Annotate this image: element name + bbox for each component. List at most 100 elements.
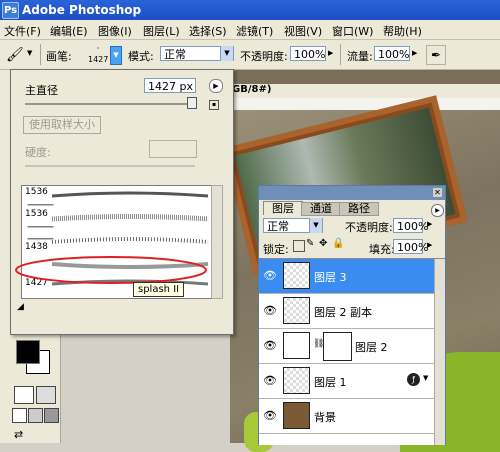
layer-thumbnail [283, 402, 310, 429]
chevron-down-icon: ▼ [220, 46, 233, 61]
menu-layer[interactable]: 图层(L) [143, 23, 180, 39]
eye-icon[interactable]: 👁 [263, 339, 277, 353]
layer-effects-icon[interactable]: ƒ [407, 373, 420, 386]
diameter-field[interactable]: 1427 px [144, 78, 196, 93]
lock-label: 锁定: [263, 243, 289, 256]
layer-thumbnail [283, 367, 310, 394]
layer-row[interactable]: 👁 图层 1 ƒ ▼ [259, 364, 435, 399]
layer-thumbnail [283, 297, 310, 324]
tab-channels[interactable]: 通道 [301, 202, 341, 216]
popup-menu-icon[interactable]: ▶ [209, 79, 223, 93]
quick-mask-icon[interactable] [36, 386, 56, 404]
resize-grip-icon[interactable]: ◢ [17, 302, 27, 312]
layer-row[interactable]: 👁 图层 2 副本 [259, 294, 435, 329]
brush-preset-picker[interactable]: · 1427 [88, 43, 108, 67]
menu-select[interactable]: 选择(S) [189, 23, 227, 39]
brush-dot-icon: · [96, 44, 100, 54]
brush-tooltip: splash II [133, 282, 185, 297]
lock-transparency-icon[interactable] [293, 240, 305, 252]
layer-name: 图层 3 [314, 271, 347, 284]
layer-opacity-label: 不透明度: [345, 221, 393, 234]
brush-label: 画笔: [46, 50, 72, 63]
layer-row-selected[interactable]: 👁 图层 3 [259, 259, 435, 294]
mode-select[interactable]: 正常 ▼ [160, 46, 234, 61]
divider [40, 44, 41, 65]
menu-view[interactable]: 视图(V) [284, 23, 322, 39]
document-tab[interactable]: GB/8#) [230, 84, 500, 99]
jump-to-imageready-icon[interactable]: ⇄ [14, 428, 32, 442]
opacity-arrow-icon[interactable]: ▶ [328, 49, 333, 57]
tab-paths[interactable]: 路径 [339, 202, 379, 216]
fill-field[interactable]: 100% [393, 239, 428, 254]
menu-file[interactable]: 文件(F) [4, 23, 41, 39]
menu-edit[interactable]: 编辑(E) [50, 23, 88, 39]
hardness-label: 硬度: [25, 146, 51, 159]
mode-value: 正常 [164, 48, 186, 61]
use-sample-size-button[interactable]: 使用取样大小 [23, 116, 101, 134]
panel-menu-icon[interactable]: ▶ [431, 204, 444, 217]
menu-image[interactable]: 图像(I) [98, 23, 132, 39]
flow-field[interactable]: 100% [374, 46, 410, 61]
photoshop-logo-icon: Ps [2, 2, 19, 19]
close-icon[interactable]: ✕ [433, 188, 442, 197]
layer-row[interactable]: 👁 ⛓ 图层 2 [259, 329, 435, 364]
layer-name: 图层 2 副本 [314, 306, 372, 319]
opacity-field[interactable]: 100% [290, 46, 326, 61]
lock-pixels-icon[interactable]: ✎ [306, 238, 314, 249]
hardness-field[interactable] [149, 140, 197, 158]
document-title: GB/8#) [232, 84, 272, 95]
title-bar: Ps Adobe Photoshop [0, 0, 500, 20]
layer-name: 图层 2 [355, 341, 388, 354]
fill-arrow-icon[interactable]: ▶ [427, 241, 432, 249]
divider [340, 44, 341, 65]
brush-tool-icon[interactable]: 🖌 [6, 46, 26, 64]
eye-icon[interactable]: 👁 [263, 409, 277, 423]
layer-list-scrollbar[interactable] [434, 259, 445, 445]
brush-preset-row[interactable]: 1536 ⸻ [22, 208, 212, 233]
layer-row[interactable]: 👁 背景 [259, 399, 435, 434]
menu-filter[interactable]: 滤镜(T) [236, 23, 273, 39]
layer-name: 图层 1 [314, 376, 347, 389]
screen-mode-full-icon[interactable] [28, 408, 43, 423]
menu-help[interactable]: 帮助(H) [383, 23, 422, 39]
brush-dropdown-button[interactable]: ▼ [110, 46, 122, 65]
brush-size-value: 1427 [88, 55, 109, 64]
layers-panel: ✕ 图层 通道 路径 ▶ 正常 ▼ 不透明度: 100% ▶ 锁定: ✎ ✥ 🔒… [258, 185, 446, 445]
color-swatches[interactable] [14, 338, 54, 378]
blend-mode-select[interactable]: 正常 ▼ [263, 218, 323, 233]
app-title: Adobe Photoshop [22, 3, 142, 17]
flow-arrow-icon[interactable]: ▶ [412, 49, 417, 57]
diameter-slider-track[interactable] [25, 103, 195, 105]
chevron-down-icon[interactable]: ▼ [27, 49, 32, 57]
menu-bar: 文件(F) 编辑(E) 图像(I) 图层(L) 选择(S) 滤镜(T) 视图(V… [0, 20, 500, 40]
chevron-down-icon[interactable]: ▼ [423, 374, 428, 382]
brush-list-scrollbar[interactable] [211, 185, 223, 299]
airbrush-icon[interactable]: ✒ [426, 45, 446, 65]
hardness-slider-track[interactable] [25, 165, 195, 167]
standard-mode-icon[interactable] [14, 386, 34, 404]
layer-thumbnail [283, 332, 310, 359]
save-brush-icon[interactable]: ▪ [209, 100, 219, 110]
diameter-label: 主直径 [25, 84, 58, 97]
layer-thumbnail [283, 262, 310, 289]
tab-layers[interactable]: 图层 [263, 201, 303, 215]
brush-preset-row[interactable]: 1438 ⸻ [22, 230, 212, 252]
screen-mode-icon[interactable] [12, 408, 27, 423]
layers-panel-titlebar[interactable]: ✕ [259, 186, 445, 200]
screen-mode-black-icon[interactable] [44, 408, 59, 423]
eye-icon[interactable]: 👁 [263, 304, 277, 318]
opacity-arrow-icon[interactable]: ▶ [427, 220, 432, 228]
lock-all-icon[interactable]: 🔒 [332, 238, 344, 249]
brush-preset-popup: 主直径 1427 px ▶ ▪ 使用取样大小 硬度: 1536 ⸻ 1536 ⸻… [10, 69, 234, 335]
diameter-slider-thumb[interactable] [187, 97, 197, 109]
menu-window[interactable]: 窗口(W) [332, 23, 373, 39]
layer-opacity-field[interactable]: 100% [393, 218, 428, 233]
layer-name: 背景 [314, 411, 336, 424]
lock-position-icon[interactable]: ✥ [319, 238, 327, 249]
layer-mask-thumbnail[interactable] [323, 332, 352, 361]
foreground-color-swatch[interactable] [16, 340, 40, 364]
fill-label: 填充: [369, 243, 395, 256]
eye-icon[interactable]: 👁 [263, 269, 277, 283]
eye-icon[interactable]: 👁 [263, 374, 277, 388]
brush-preset-row[interactable]: 1536 ⸻ [22, 186, 212, 211]
